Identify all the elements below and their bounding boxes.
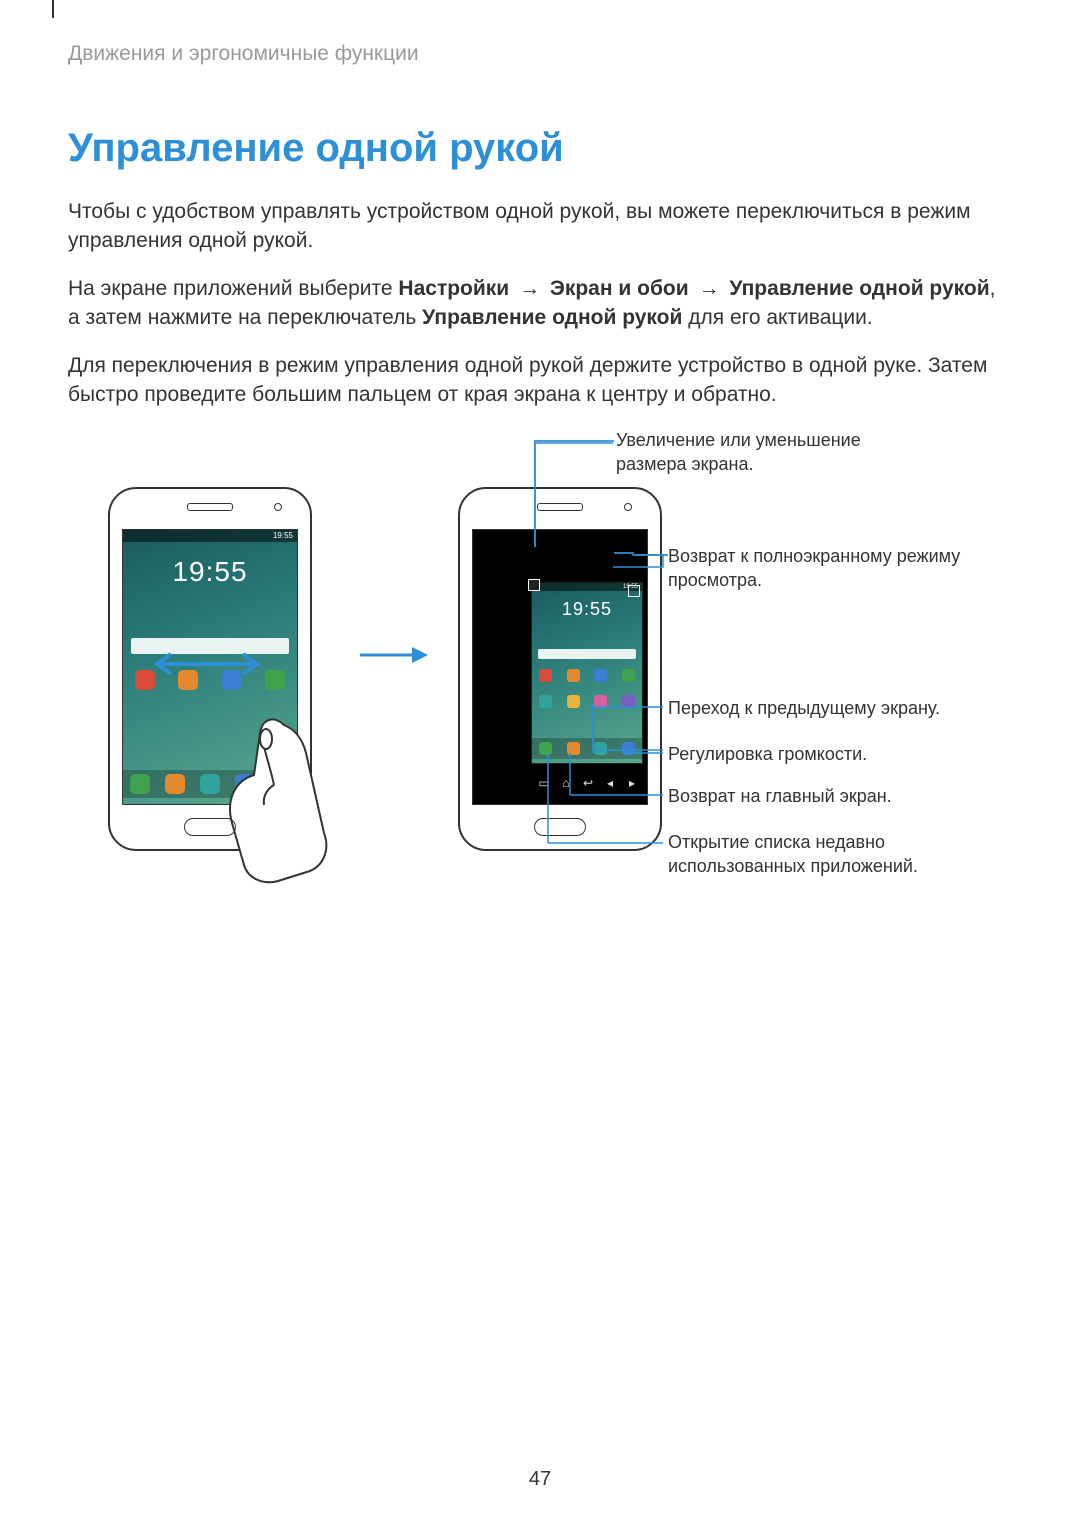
paragraph-intro: Чтобы с удобством управлять устройством … (68, 197, 1012, 256)
volume-up-icon: ▸ (624, 776, 640, 790)
path-display: Экран и обои (550, 277, 689, 300)
callout-back: Переход к предыдущему экрану. (668, 697, 978, 720)
page-title: Управление одной рукой (68, 126, 1012, 171)
home-icon: ⌂ (558, 776, 574, 790)
phone-illustration-after: 19:55 19:55 (458, 487, 662, 851)
arrow-icon: → (695, 277, 724, 300)
volume-down-icon: ◂ (602, 776, 618, 790)
paragraph-gesture: Для переключения в режим управления одно… (68, 351, 1012, 410)
recent-apps-icon: ▭ (536, 776, 552, 790)
breadcrumb: Движения и эргономичные функции (68, 42, 1012, 66)
arrow-icon: → (515, 277, 544, 300)
paragraph-path: На экране приложений выберите Настройки … (68, 274, 1012, 333)
text: На экране приложений выберите (68, 277, 398, 300)
page-number: 47 (0, 1468, 1080, 1491)
path-settings: Настройки (398, 277, 509, 300)
status-bar: 19:55 (123, 530, 297, 542)
callout-resize: Увеличение или уменьшение размера экрана… (616, 429, 926, 476)
callout-volume: Регулировка громкости. (668, 743, 978, 766)
expand-icon (628, 585, 640, 597)
figure: 19:55 19:55 (68, 427, 1012, 907)
softkey-bar: ▭ ⌂ ↩ ◂ ▸ (533, 772, 643, 794)
phone-illustration-before: 19:55 19:55 (108, 487, 312, 851)
callout-fullscreen: Возврат к полноэкранному режиму просмотр… (668, 545, 978, 592)
swipe-arrow-icon (147, 650, 267, 678)
hand-icon (214, 705, 334, 885)
shrunk-screen: 19:55 19:55 (531, 582, 643, 764)
callout-recent: Открытие списка недавно использованных п… (668, 831, 978, 878)
text: для его активации. (682, 306, 872, 329)
transition-arrow-icon (358, 645, 428, 665)
path-onehand: Управление одной рукой (729, 277, 989, 300)
callout-home: Возврат на главный экран. (668, 785, 978, 808)
lock-clock: 19:55 (123, 556, 297, 590)
toggle-name: Управление одной рукой (422, 306, 682, 329)
resize-handle-icon (528, 579, 540, 591)
back-icon: ↩ (580, 776, 596, 790)
